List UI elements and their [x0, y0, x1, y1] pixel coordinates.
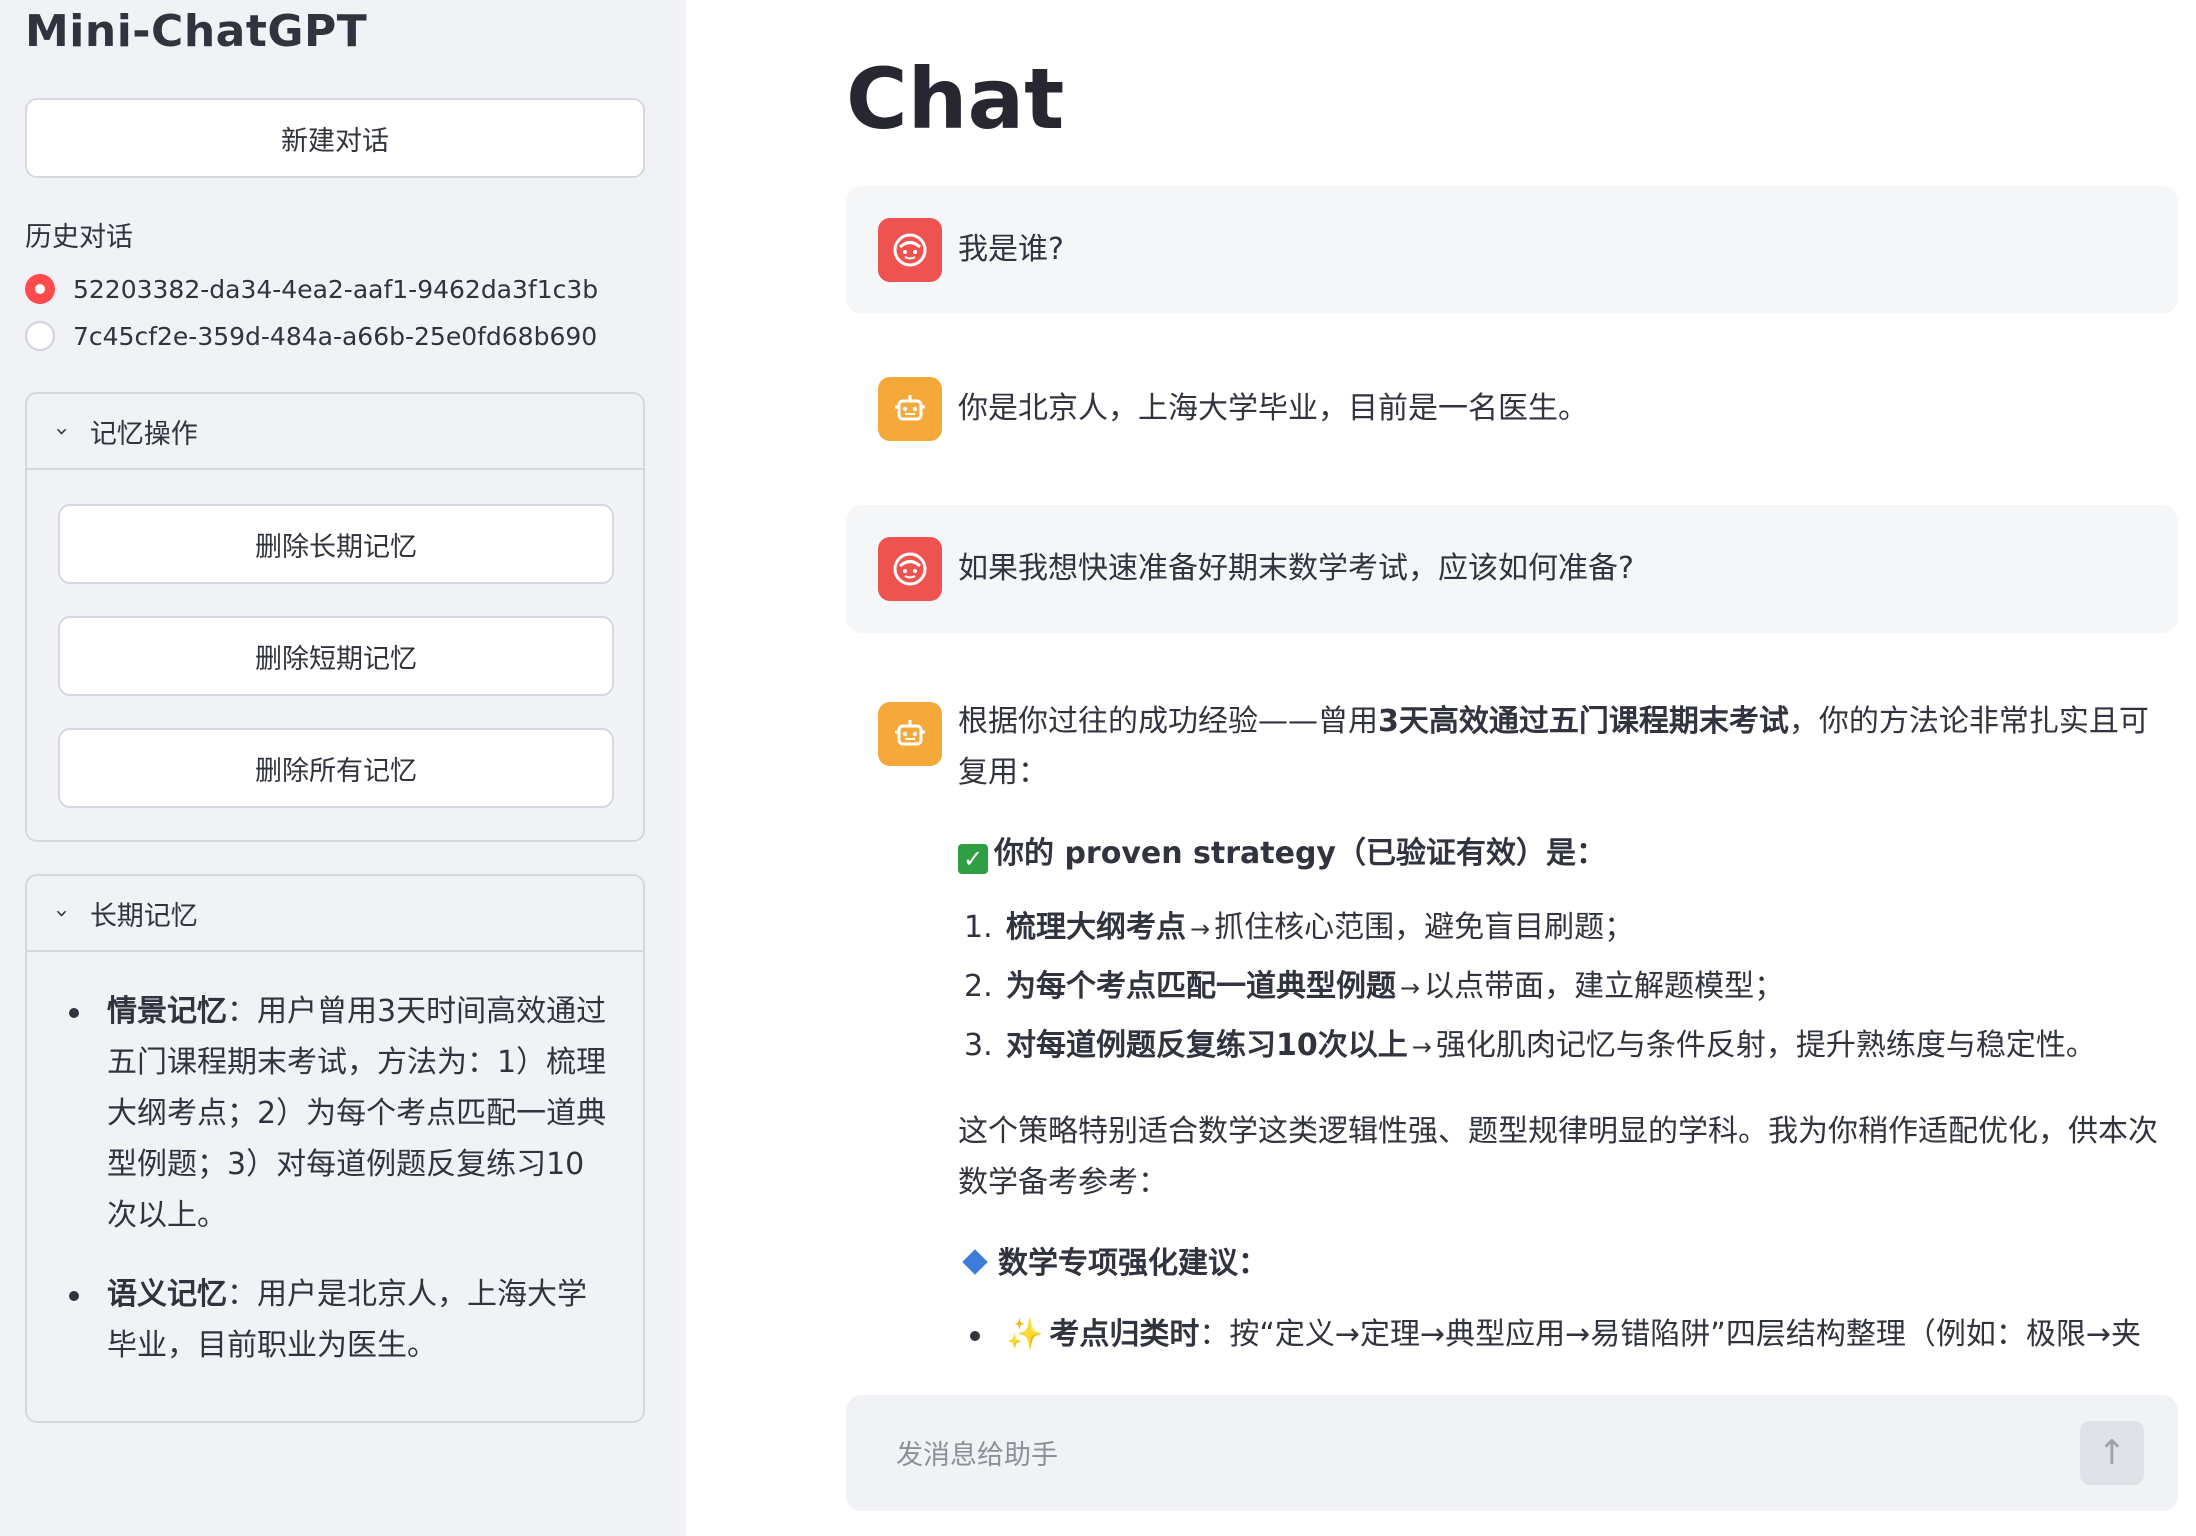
chevron-down-icon: › — [48, 426, 74, 436]
page-title: Chat — [846, 50, 1065, 148]
strategy-heading: ✓ 你的 proven strategy（已验证有效）是： — [958, 828, 2178, 879]
step-bold: 梳理大纲考点 — [1006, 910, 1186, 945]
robot-avatar-icon — [878, 377, 942, 441]
step-number: 3. — [964, 1028, 993, 1063]
intro-text: 根据你过往的成功经验——曾用 — [958, 704, 1378, 739]
strategy-heading-text: 你的 proven strategy（已验证有效）是： — [994, 836, 1606, 871]
arrow-right-icon: → — [1190, 915, 1211, 943]
message-text: 我是谁? — [958, 232, 1064, 267]
math-heading-text: 数学专项强化建议： — [998, 1246, 1268, 1281]
user-avatar-icon — [878, 537, 942, 601]
memory-ops-header[interactable]: › 记忆操作 — [27, 394, 643, 470]
step-text: 以点带面，建立解题模型； — [1424, 969, 1785, 1004]
chevron-down-icon: › — [48, 908, 74, 918]
step-item: 2. 为每个考点匹配一道典型例题 → 以点带面，建立解题模型； — [958, 958, 2178, 1017]
user-message: 如果我想快速准备好期末数学考试，应该如何准备? — [846, 505, 2178, 633]
memory-item: 情景记忆：用户曾用3天时间高效通过五门课程期末考试，方法为：1）梳理大纲考点；2… — [67, 986, 607, 1241]
radio-selected-icon[interactable] — [25, 274, 55, 304]
adaptation-paragraph: 这个策略特别适合数学这类逻辑性强、题型规律明显的学科。我为你稍作适配优化，供本次… — [958, 1114, 2158, 1200]
intro-bold: 3天高效通过五门课程期末考试 — [1378, 704, 1789, 739]
math-heading: 数学专项强化建议： — [958, 1238, 2178, 1289]
delete-short-term-memory-button[interactable]: 删除短期记忆 — [58, 616, 614, 696]
intro-paragraph: 根据你过往的成功经验——曾用3天高效通过五门课程期末考试，你的方法论非常扎实且可… — [958, 696, 2178, 798]
arrow-right-icon: → — [1400, 974, 1421, 1002]
blue-diamond-icon — [962, 1249, 988, 1275]
step-text: 抓住核心范围，避免盲目刷题； — [1214, 910, 1635, 945]
history-item-label: 7c45cf2e-359d-484a-a66b-25e0fd68b690 — [73, 321, 598, 351]
strategy-steps: 1. 梳理大纲考点 → 抓住核心范围，避免盲目刷题； 2. 为每个考点匹配一道典型例题 →… — [958, 899, 2178, 1076]
memory-ops-expander: › 记忆操作 删除长期记忆 删除短期记忆 删除所有记忆 — [25, 392, 645, 842]
arrow-right-icon: → — [1411, 1033, 1432, 1061]
step-number: 1. — [964, 910, 993, 945]
message-text: 你是北京人，上海大学毕业，目前是一名医生。 — [958, 391, 1588, 426]
user-avatar-icon — [878, 218, 942, 282]
message-text: 如果我想快速准备好期末数学考试，应该如何准备? — [958, 551, 1634, 586]
user-message: 我是谁? — [846, 186, 2178, 314]
assistant-message: 你是北京人，上海大学毕业，目前是一名医生。 — [846, 345, 2178, 473]
long-term-memory-title: 长期记忆 — [89, 900, 198, 932]
robot-avatar-icon — [878, 702, 942, 766]
scroll-fade — [846, 1345, 2196, 1395]
sidebar: Mini-ChatGPT 新建对话 历史对话 52203382-da34-4ea… — [0, 0, 686, 1536]
delete-long-term-memory-button[interactable]: 删除长期记忆 — [58, 504, 614, 584]
checkmark-icon: ✓ — [958, 844, 988, 874]
message-body: 根据你过往的成功经验——曾用3天高效通过五门课程期末考试，你的方法论非常扎实且可… — [958, 696, 2178, 1360]
new-chat-button[interactable]: 新建对话 — [25, 98, 645, 178]
step-item: 3. 对每道例题反复练习10次以上 → 强化肌肉记忆与条件反射，提升熟练度与稳定性。 — [958, 1017, 2178, 1076]
long-term-memory-expander: › 长期记忆 情景记忆：用户曾用3天时间高效通过五门课程期末考试，方法为：1）梳… — [25, 874, 645, 1423]
step-item: 1. 梳理大纲考点 → 抓住核心范围，避免盲目刷题； — [958, 899, 2178, 958]
delete-all-memory-button[interactable]: 删除所有记忆 — [58, 728, 614, 808]
send-button[interactable]: ↑ — [2080, 1421, 2144, 1485]
history-item[interactable]: 7c45cf2e-359d-484a-a66b-25e0fd68b690 — [25, 321, 597, 351]
memory-ops-title: 记忆操作 — [89, 418, 198, 450]
chat-input[interactable]: 发消息给助手 ↑ — [846, 1395, 2178, 1511]
chat-input-placeholder: 发消息给助手 — [896, 1440, 1058, 1471]
history-item-label: 52203382-da34-4ea2-aaf1-9462da3f1c3b — [73, 274, 599, 304]
memory-key: 情景记忆 — [107, 994, 227, 1029]
radio-unselected-icon[interactable] — [25, 321, 55, 351]
step-text: 强化肌肉记忆与条件反射，提升熟练度与稳定性。 — [1435, 1028, 2096, 1063]
memory-key: 语义记忆 — [107, 1277, 227, 1312]
app-title: Mini-ChatGPT — [25, 6, 368, 57]
assistant-message: 根据你过往的成功经验——曾用3天高效通过五门课程期末考试，你的方法论非常扎实且可… — [846, 670, 2178, 1360]
memory-item: 语义记忆：用户是北京人，上海大学毕业，目前职业为医生。 — [67, 1269, 607, 1371]
history-label: 历史对话 — [25, 222, 133, 253]
long-term-memory-header[interactable]: › 长期记忆 — [27, 876, 643, 952]
history-item[interactable]: 52203382-da34-4ea2-aaf1-9462da3f1c3b — [25, 274, 598, 304]
memory-list: 情景记忆：用户曾用3天时间高效通过五门课程期末考试，方法为：1）梳理大纲考点；2… — [67, 986, 607, 1399]
step-number: 2. — [964, 969, 993, 1004]
arrow-up-icon: ↑ — [2097, 1433, 2127, 1473]
step-bold: 为每个考点匹配一道典型例题 — [1006, 969, 1396, 1004]
memory-text: ：用户曾用3天时间高效通过五门课程期末考试，方法为：1）梳理大纲考点；2）为每个… — [107, 994, 607, 1233]
step-bold: 对每道例题反复练习10次以上 — [1006, 1028, 1408, 1063]
